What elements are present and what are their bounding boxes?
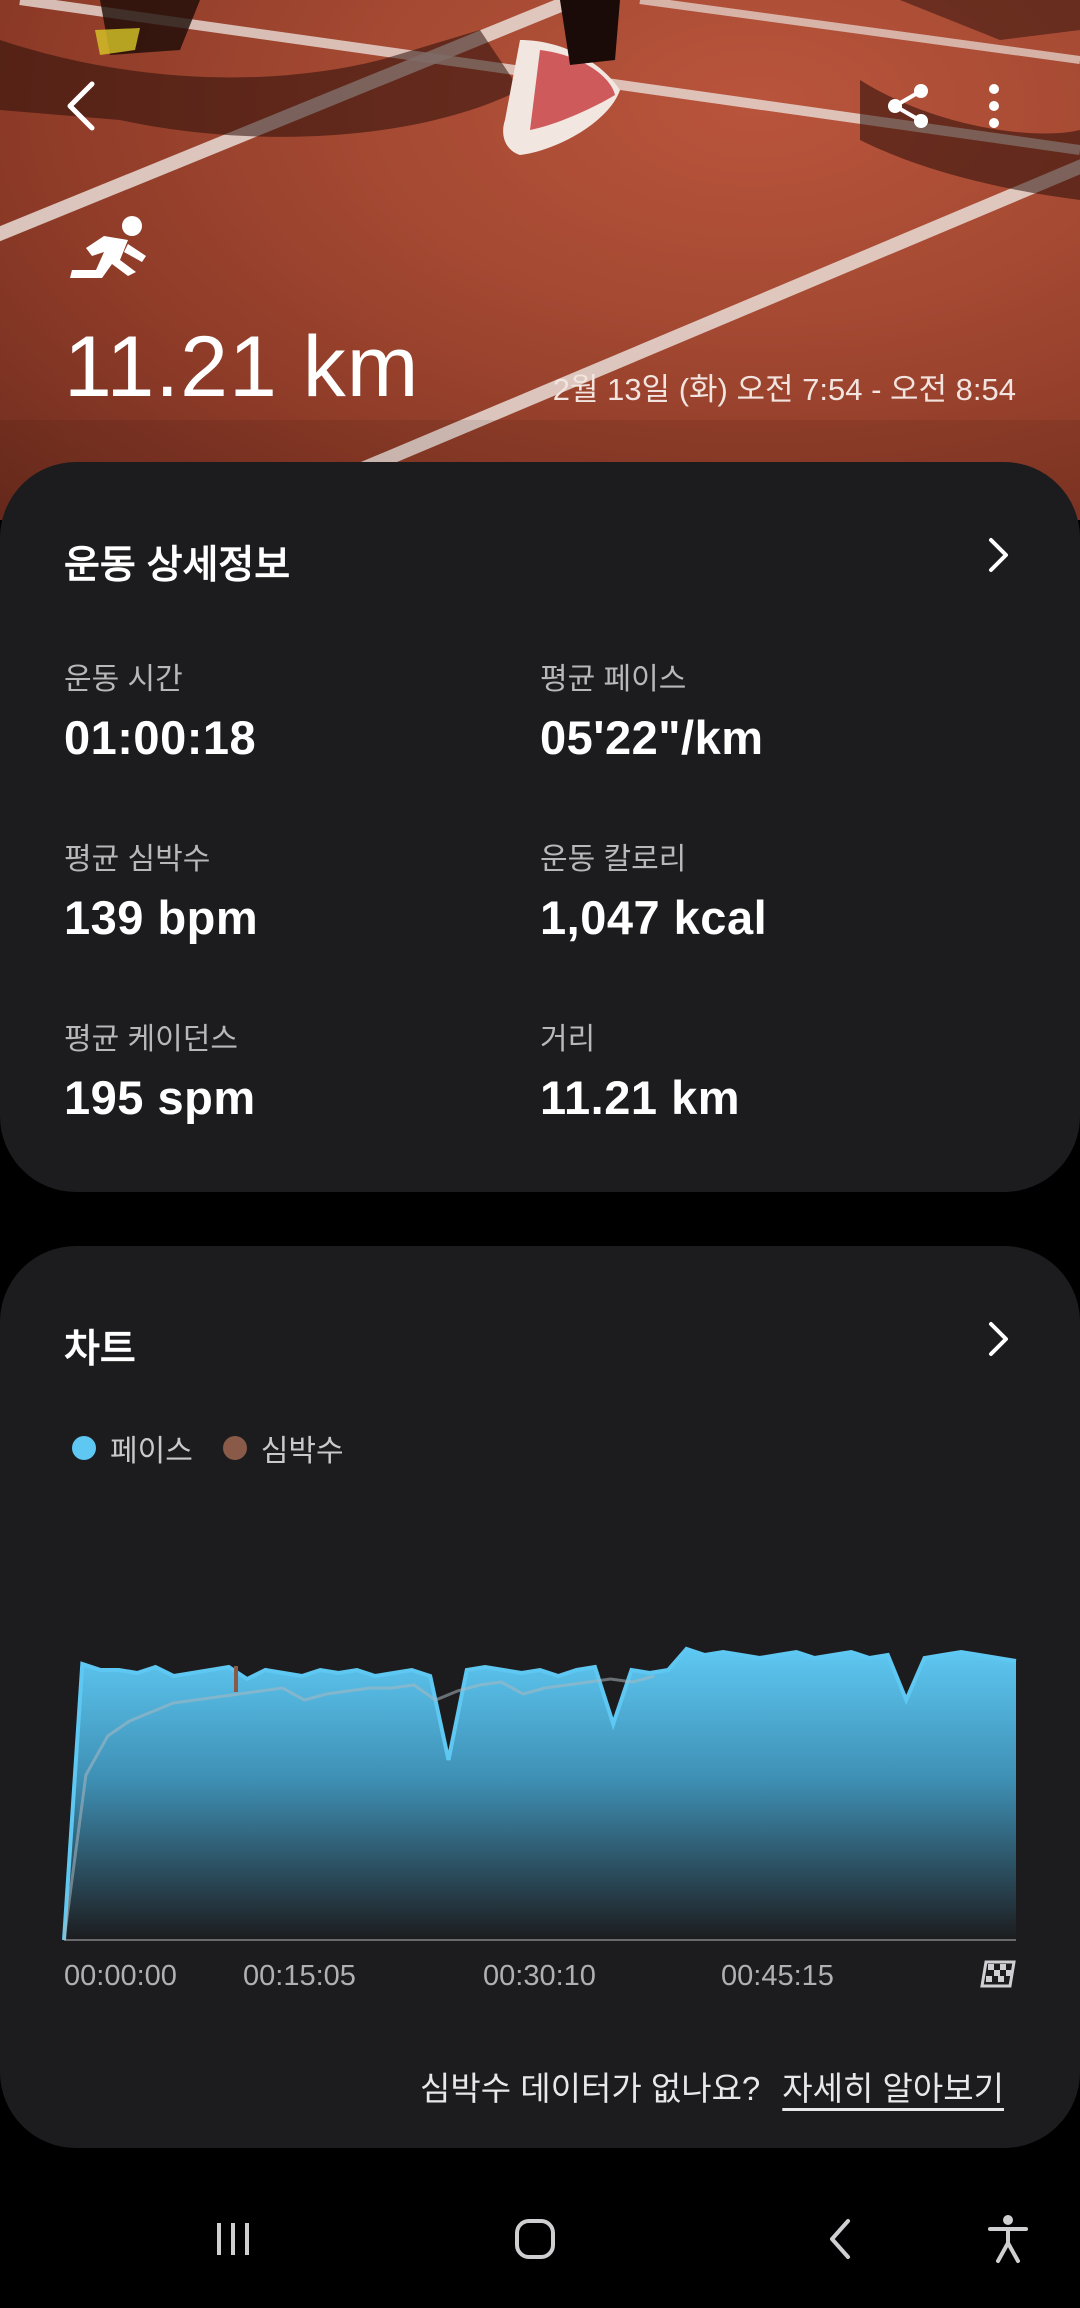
home-icon — [515, 2219, 555, 2259]
legend-item-pace[interactable]: 페이스 — [72, 1426, 193, 1470]
share-icon — [888, 84, 928, 128]
back-icon — [830, 2219, 850, 2259]
details-more-button[interactable] — [974, 530, 1024, 580]
recents-button[interactable] — [173, 2170, 293, 2308]
hero-banner: 11.21 km 2월 13일 (화) 오전 7:54 - 오전 8:54 — [0, 0, 1080, 520]
x-tick-label: 00:30:10 — [483, 1960, 596, 1992]
pace-heart-rate-chart[interactable] — [0, 1600, 1080, 1950]
chart-legend: 페이스 심박수 — [72, 1426, 374, 1470]
pace-area-series — [64, 1649, 1016, 1940]
stat-label: 평균 페이스 — [540, 663, 687, 696]
stat-value: 1,047 kcal — [540, 891, 768, 944]
help-text: 심박수 데이터가 없나요? — [420, 2070, 761, 2107]
workout-details-card[interactable]: 운동 상세정보 운동 시간 01:00:18 평균 페이스 05'22"/km … — [0, 462, 1080, 1192]
stat-label: 운동 칼로리 — [540, 843, 687, 876]
recents-icon — [217, 2223, 249, 2255]
x-tick-label: 00:00:00 — [64, 1960, 177, 1992]
home-button[interactable] — [475, 2170, 595, 2308]
stat-avg-heart-rate: 평균 심박수 139 bpm — [64, 834, 258, 945]
learn-more-link[interactable]: 자세히 알아보기 — [782, 2062, 1004, 2110]
legend-dot — [72, 1436, 96, 1460]
legend-item-heart-rate[interactable]: 심박수 — [222, 1426, 344, 1470]
accessibility-button[interactable] — [948, 2170, 1068, 2308]
x-tick-label: 00:15:05 — [243, 1960, 356, 1992]
stat-avg-cadence: 평균 케이던스 195 spm — [64, 1014, 256, 1125]
chart-title: 차트 — [64, 1328, 136, 1371]
chevron-right-icon — [989, 1322, 1008, 1356]
stat-calories: 운동 칼로리 1,047 kcal — [540, 834, 767, 945]
details-title: 운동 상세정보 — [64, 544, 291, 587]
back-button[interactable] — [42, 66, 122, 146]
stat-label: 거리 — [540, 1023, 596, 1056]
chart-more-button[interactable] — [974, 1314, 1024, 1364]
stat-value: 195 spm — [64, 1071, 256, 1124]
workout-date-range: 2월 13일 (화) 오전 7:54 - 오전 8:54 — [552, 372, 1016, 407]
system-navigation-bar — [0, 2170, 1080, 2308]
distance-value: 11.21 km — [64, 319, 420, 415]
stat-distance: 거리 11.21 km — [540, 1014, 740, 1125]
legend-label: 페이스 — [110, 1435, 193, 1468]
stat-value: 01:00:18 — [64, 711, 257, 764]
more-options-button[interactable] — [954, 66, 1034, 146]
running-icon — [70, 216, 146, 278]
more-vertical-icon — [989, 84, 999, 128]
stat-value: 139 bpm — [64, 891, 259, 944]
legend-label: 심박수 — [260, 1435, 344, 1468]
share-button[interactable] — [868, 66, 948, 146]
accessibility-icon — [988, 2215, 1028, 2263]
heart-rate-help: 심박수 데이터가 없나요? 자세히 알아보기 — [420, 2062, 1004, 2110]
stat-value: 05'22"/km — [540, 711, 764, 764]
checkered-flag-icon — [980, 1960, 1016, 1988]
x-tick-label: 00:45:15 — [721, 1960, 834, 1992]
chevron-left-icon — [67, 81, 95, 131]
chevron-right-icon — [989, 538, 1008, 572]
stat-value: 11.21 km — [540, 1071, 741, 1124]
system-back-button[interactable] — [780, 2170, 900, 2308]
stat-label: 평균 심박수 — [64, 843, 211, 876]
stat-duration: 운동 시간 01:00:18 — [64, 654, 256, 765]
stat-avg-pace: 평균 페이스 05'22"/km — [540, 654, 764, 765]
legend-dot — [222, 1436, 247, 1460]
stat-label: 운동 시간 — [64, 663, 183, 696]
stat-label: 평균 케이던스 — [64, 1023, 238, 1056]
